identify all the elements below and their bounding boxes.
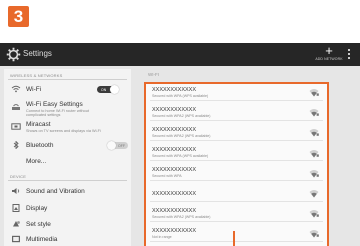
network-security: Secured with WPA (WPS available) bbox=[152, 154, 209, 159]
wifi-network-item[interactable]: XXXXXXXXXXXX Not in range bbox=[146, 225, 327, 242]
sidebar-item-label: Wi-Fi Easy Settings bbox=[26, 101, 83, 108]
sidebar-item-label: Miracast bbox=[26, 121, 51, 128]
sidebar-item-label: Set style bbox=[26, 221, 51, 228]
callout-marker bbox=[233, 231, 235, 246]
toggle-knob bbox=[110, 85, 119, 94]
sidebar-item-label: Display bbox=[26, 205, 48, 212]
speaker-icon bbox=[12, 188, 20, 194]
bluetooth-icon bbox=[13, 141, 19, 149]
row-divider bbox=[150, 99, 323, 101]
network-ssid: XXXXXXXXXXXX bbox=[152, 191, 197, 197]
row-divider bbox=[150, 220, 323, 222]
wifi-icon bbox=[11, 85, 21, 93]
row-divider bbox=[150, 200, 323, 202]
wifi-network-item[interactable]: XXXXXXXXXXXX Secured with WPA (WPS availa… bbox=[146, 145, 327, 162]
wifi-network-item[interactable]: XXXXXXXXXXXX Secured with WPA bbox=[146, 165, 327, 182]
wifi-signal-icon bbox=[309, 230, 319, 238]
row-divider bbox=[150, 160, 323, 162]
content-header: WI-FI bbox=[148, 72, 159, 77]
settings-sidebar: WIRELESS & NETWORKS Wi-Fi ON Wi-Fi Easy … bbox=[4, 69, 131, 246]
multimedia-icon bbox=[12, 235, 20, 243]
wifi-content-pane: WI-FI XXXXXXXXXXXX Secured with WPA (WPS … bbox=[140, 66, 360, 246]
network-ssid: XXXXXXXXXXXX bbox=[152, 106, 197, 113]
toggle-state: OFF bbox=[118, 143, 125, 148]
row-divider bbox=[150, 180, 323, 182]
step-badge: 3 bbox=[8, 6, 29, 27]
wifi-signal-icon bbox=[309, 190, 319, 198]
wifi-signal-icon bbox=[309, 210, 319, 218]
toggle-knob bbox=[107, 141, 116, 150]
network-ssid: XXXXXXXXXXXX bbox=[152, 126, 197, 133]
style-icon bbox=[13, 221, 20, 227]
sidebar-item-miracast[interactable]: Miracast Shows on TV screens and display… bbox=[4, 119, 131, 135]
section-divider bbox=[8, 79, 127, 80]
wifi-signal-icon bbox=[309, 169, 319, 178]
sidebar-item-wifi[interactable]: Wi-Fi ON bbox=[4, 81, 131, 97]
network-ssid: XXXXXXXXXXXX bbox=[152, 167, 197, 174]
display-icon bbox=[12, 204, 20, 212]
sidebar-item-display[interactable]: Display bbox=[4, 200, 131, 216]
network-security: Secured with WPA bbox=[152, 174, 182, 179]
sidebar-item-label: Bluetooth bbox=[26, 142, 54, 149]
sidebar-item-sublabel: Shows on TV screens and displays via Wi-… bbox=[26, 128, 101, 133]
bluetooth-toggle[interactable]: OFF bbox=[107, 141, 128, 150]
wifi-network-item[interactable]: XXXXXXXXXXXX Secured with WPA2 (WPS avail… bbox=[146, 104, 327, 121]
gear-icon[interactable] bbox=[6, 47, 21, 62]
wifi-network-item[interactable]: XXXXXXXXXXXX Secured with WPA2 (WPS avail… bbox=[146, 124, 327, 141]
wifi-signal-icon bbox=[309, 89, 319, 97]
sidebar-item-sublabel: Connect to home Wi-Fi router without com… bbox=[26, 108, 89, 117]
wifi-signal-icon bbox=[309, 109, 319, 117]
row-divider bbox=[150, 119, 323, 121]
wifi-toggle[interactable]: ON bbox=[97, 85, 119, 94]
network-ssid: XXXXXXXXXXXX bbox=[152, 147, 197, 154]
wifi-network-item[interactable]: XXXXXXXXXXXX Secured with WPA (WPS availa… bbox=[146, 84, 327, 101]
sidebar-item-sound[interactable]: Sound and Vibration bbox=[4, 183, 131, 199]
sidebar-item-label: Wi-Fi bbox=[26, 86, 42, 93]
row-divider bbox=[150, 240, 323, 242]
section-header-wireless: WIRELESS & NETWORKS bbox=[10, 73, 63, 78]
network-security: Secured with WPA2 (WPS available) bbox=[152, 214, 211, 219]
add-network-label: ADD NETWORK bbox=[315, 57, 343, 61]
add-network-button[interactable]: + ADD NETWORK bbox=[314, 44, 344, 61]
section-divider bbox=[8, 180, 127, 181]
wifi-network-item[interactable]: XXXXXXXXXXXX Secured with WPA2 (WPS avail… bbox=[146, 205, 327, 222]
settings-screen: Settings + ADD NETWORK WIRELESS & NETWOR… bbox=[0, 43, 360, 246]
wifi-network-list: XXXXXXXXXXXX Secured with WPA (WPS availa… bbox=[144, 82, 329, 246]
sidebar-item-label: Multimedia bbox=[26, 236, 58, 243]
sidebar-item-label: Sound and Vibration bbox=[26, 188, 85, 195]
sidebar-item-wifi-easy-settings[interactable]: Wi-Fi Easy Settings Connect to home Wi-F… bbox=[4, 99, 131, 117]
toggle-state: ON bbox=[101, 87, 107, 92]
sidebar-item-bluetooth[interactable]: Bluetooth OFF bbox=[4, 137, 131, 153]
wifi-easy-icon bbox=[12, 104, 20, 110]
section-header-device: DEVICE bbox=[10, 174, 27, 179]
sidebar-item-more[interactable]: More... bbox=[4, 153, 131, 169]
network-security: Not in range bbox=[152, 234, 172, 239]
wifi-signal-icon bbox=[309, 149, 319, 158]
network-security: Secured with WPA (WPS available) bbox=[152, 93, 209, 98]
miracast-icon bbox=[11, 123, 21, 130]
network-ssid: XXXXXXXXXXXX bbox=[152, 207, 197, 214]
network-security: Secured with WPA2 (WPS available) bbox=[152, 133, 211, 138]
network-ssid: XXXXXXXXXXXX bbox=[152, 227, 197, 234]
plus-icon: + bbox=[325, 43, 333, 58]
overflow-menu-icon[interactable] bbox=[348, 49, 351, 61]
wifi-network-item[interactable]: XXXXXXXXXXXX bbox=[146, 185, 327, 202]
sidebar-item-multimedia[interactable]: Multimedia bbox=[4, 231, 131, 246]
sidebar-item-set-style[interactable]: Set style bbox=[4, 216, 131, 232]
network-ssid: XXXXXXXXXXXX bbox=[152, 86, 197, 93]
network-security: Secured with WPA2 (WPS available) bbox=[152, 113, 211, 118]
row-divider bbox=[150, 139, 323, 141]
action-bar-title: Settings bbox=[23, 49, 52, 58]
wifi-signal-icon bbox=[309, 129, 319, 137]
action-bar: Settings + ADD NETWORK bbox=[0, 43, 360, 66]
sidebar-item-label: More... bbox=[26, 158, 47, 165]
